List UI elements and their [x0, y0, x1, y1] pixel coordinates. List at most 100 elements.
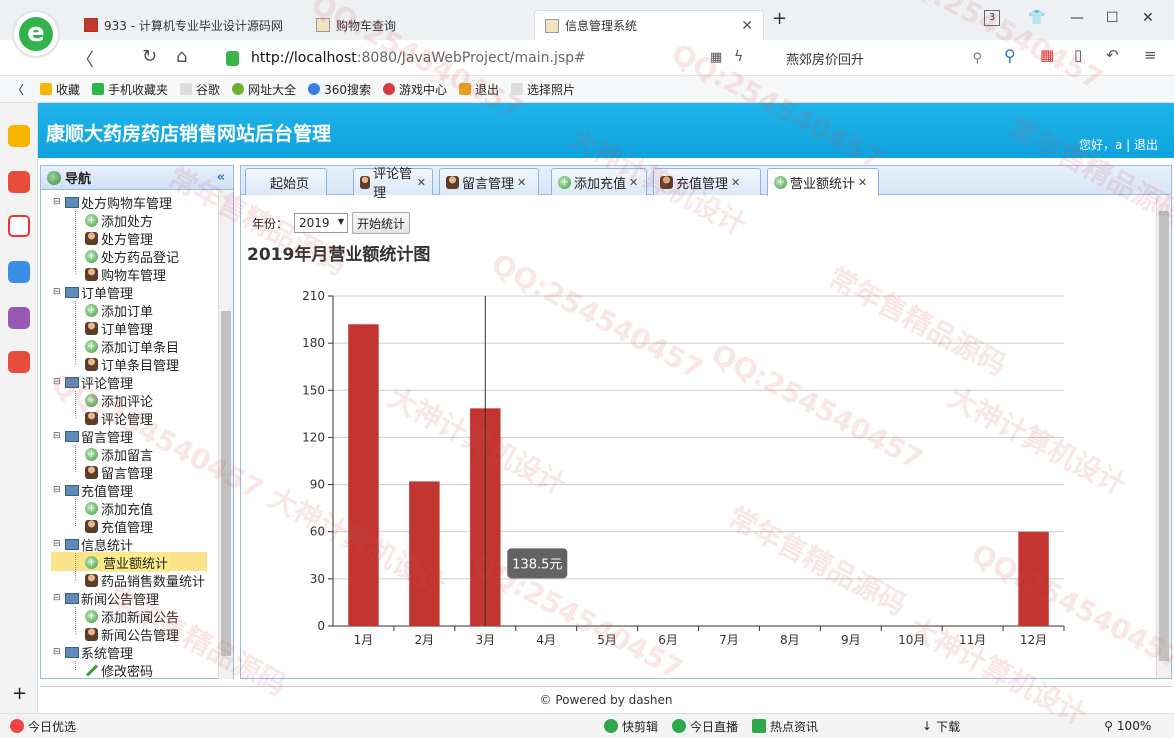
qr-icon[interactable]: ▦ [710, 50, 722, 65]
status-item[interactable]: ↓ 下载 [922, 718, 960, 735]
nav-item[interactable]: 评论管理 [85, 409, 153, 428]
nav-group[interactable]: ⊟ 处方购物车管理 [53, 193, 172, 212]
skin-icon[interactable]: 👕 [1028, 10, 1045, 26]
page-tab[interactable]: + 添加充值 ✕ [551, 168, 647, 195]
collapse-tree-icon[interactable]: ⊟ [53, 539, 63, 549]
bookmark-item[interactable]: 退出 [459, 81, 499, 98]
page-tab[interactable]: 起始页 [245, 168, 327, 195]
nav-item[interactable]: + 处方药品登记 [85, 247, 179, 266]
browser-logo-icon[interactable]: e [12, 10, 60, 58]
new-tab-button[interactable]: + [772, 8, 787, 29]
tab-count-badge[interactable]: 3 [984, 10, 1000, 26]
nav-item[interactable]: 处方管理 [85, 229, 153, 248]
bookmark-item[interactable]: 谷歌 [180, 81, 220, 98]
menu-icon[interactable]: ≡ [1144, 46, 1157, 64]
news-icon[interactable] [8, 171, 30, 193]
nav-item[interactable]: + 添加新闻公告 [85, 607, 179, 626]
game-icon[interactable] [8, 351, 30, 373]
collapse-tree-icon[interactable]: ⊟ [53, 197, 63, 207]
nav-item[interactable]: + 营业额统计 [85, 552, 171, 572]
bookmark-item[interactable]: 360搜索 [308, 81, 371, 98]
add-icon[interactable]: + [12, 683, 27, 704]
collapse-tree-icon[interactable]: ⊟ [53, 287, 63, 297]
maximize-icon[interactable]: ☐ [1106, 10, 1119, 26]
close-window-icon[interactable]: ✕ [1142, 10, 1154, 26]
status-item[interactable]: 快剪辑 [604, 718, 658, 735]
browser-tab-2[interactable]: 购物车查询 [306, 10, 530, 40]
nav-item[interactable]: + 添加评论 [85, 391, 153, 410]
search-input[interactable]: 燕郊房价回升 ⚲ [786, 45, 982, 71]
status-item[interactable]: 热点资讯 [752, 718, 818, 735]
close-tab-icon[interactable]: ✕ [858, 176, 867, 189]
apps-icon[interactable]: ▦ [1040, 46, 1054, 64]
greeting-logout-link[interactable]: 您好，a | 退出 [1079, 136, 1158, 153]
home-icon[interactable]: ⌂ [176, 46, 187, 67]
search-icon[interactable]: ⚲ [972, 51, 982, 66]
nav-item[interactable]: + 添加留言 [85, 445, 153, 464]
undo-icon[interactable]: ↶ [1106, 46, 1119, 64]
nav-group[interactable]: ⊟ 新闻公告管理 [53, 589, 159, 608]
close-tab-icon[interactable]: ✕ [629, 176, 638, 189]
nav-item[interactable]: 留言管理 [85, 463, 153, 482]
url-field[interactable]: http://localhost :8080/JavaWebProject/ma… [226, 45, 756, 71]
status-item[interactable]: 今日直播 [672, 718, 738, 735]
favorites-icon[interactable] [8, 125, 30, 147]
nav-item[interactable]: 药品销售数量统计 [85, 571, 205, 590]
nav-item[interactable]: 修改密码 [85, 661, 153, 680]
nav-item[interactable]: 新闻公告管理 [85, 625, 179, 644]
phone-icon[interactable]: ▯ [1074, 46, 1082, 64]
status-left[interactable]: 今日优选 [10, 718, 590, 735]
refresh-icon[interactable]: ↻ [142, 46, 157, 67]
bookmark-item[interactable]: 收藏 [40, 81, 80, 98]
nav-item[interactable]: 订单管理 [85, 319, 153, 338]
nav-group[interactable]: ⊟ 订单管理 [53, 283, 133, 302]
zoom-level[interactable]: ⚲ 100% [1104, 719, 1151, 733]
bookmark-item[interactable]: 选择照片 [511, 81, 575, 98]
bookmark-item[interactable]: 游戏中心 [382, 81, 447, 98]
bookmark-item[interactable]: 网址大全 [232, 81, 296, 98]
page-tab[interactable]: 留言管理 ✕ [439, 168, 539, 195]
minimize-icon[interactable]: — [1070, 10, 1084, 26]
page-tab[interactable]: + 营业额统计 ✕ [767, 168, 879, 196]
nav-item[interactable]: + 添加订单 [85, 301, 153, 320]
bookmark-item[interactable]: 手机收藏夹 [92, 81, 168, 98]
nav-group[interactable]: ⊟ 信息统计 [53, 535, 133, 554]
main-scroll-thumb[interactable] [1159, 211, 1169, 661]
search-go-icon[interactable]: ⚲ [1004, 46, 1016, 65]
comic-icon[interactable] [8, 307, 30, 329]
collapse-tree-icon[interactable]: ⊟ [53, 431, 63, 441]
browser-tab-3[interactable]: 信息管理系统 ✕ [534, 10, 764, 40]
nav-scroll-thumb[interactable] [221, 311, 231, 656]
collapse-tree-icon[interactable]: ⊟ [53, 377, 63, 387]
page-tab[interactable]: 充值管理 ✕ [653, 168, 761, 195]
back-icon[interactable]: 〈 [76, 46, 94, 72]
nav-group[interactable]: ⊟ 留言管理 [53, 427, 133, 446]
close-tab-icon[interactable]: ✕ [731, 18, 753, 34]
browser-tab-label: 933 - 计算机专业毕业设计源码网 [104, 18, 283, 33]
close-tab-icon[interactable]: ✕ [417, 176, 426, 189]
nav-item[interactable]: + 添加订单条目 [85, 337, 179, 356]
weibo-icon[interactable] [8, 215, 30, 237]
main-scrollbar[interactable] [1156, 196, 1171, 678]
nav-item[interactable]: 购物车管理 [85, 265, 166, 284]
page-tab[interactable]: 评论管理 ✕ [353, 167, 433, 201]
collapse-tree-icon[interactable]: ⊟ [53, 647, 63, 657]
close-tab-icon[interactable]: ✕ [517, 176, 526, 189]
nav-group[interactable]: ⊟ 评论管理 [53, 373, 133, 392]
collapse-tree-icon[interactable]: ⊟ [53, 593, 63, 603]
collapse-icon[interactable]: « [217, 170, 225, 185]
collapse-tree-icon[interactable]: ⊟ [53, 485, 63, 495]
mail-icon[interactable] [8, 261, 30, 283]
nav-group[interactable]: ⊟ 系统管理 [53, 643, 133, 662]
lightning-icon[interactable]: ϟ [734, 49, 743, 65]
nav-item[interactable]: 订单条目管理 [85, 355, 179, 374]
nav-group[interactable]: ⊟ 充值管理 [53, 481, 133, 500]
sidebar-toggle-icon[interactable]: 〈 [12, 81, 24, 98]
browser-tab-1[interactable]: 933 - 计算机专业毕业设计源码网 [74, 10, 306, 40]
nav-item[interactable]: + 添加处方 [85, 211, 153, 230]
computer-icon [65, 430, 79, 442]
close-tab-icon[interactable]: ✕ [731, 176, 740, 189]
nav-scrollbar[interactable] [218, 191, 233, 679]
nav-item[interactable]: 充值管理 [85, 517, 153, 536]
nav-item[interactable]: + 添加充值 [85, 499, 153, 518]
